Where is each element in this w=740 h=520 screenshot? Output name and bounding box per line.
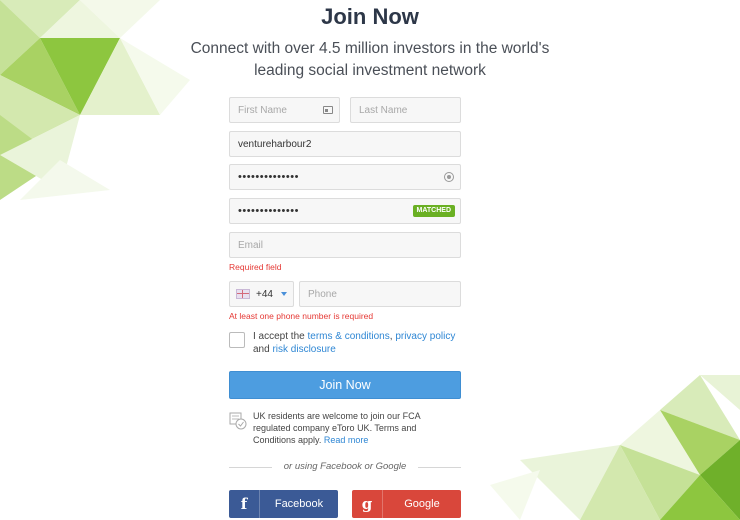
country-code-select[interactable]: +44 — [229, 281, 294, 307]
facebook-label: Facebook — [274, 498, 324, 510]
email-field[interactable] — [229, 232, 461, 258]
last-name-field[interactable] — [350, 97, 461, 123]
phone-field[interactable] — [299, 281, 461, 307]
google-icon: g — [352, 490, 383, 518]
divider-right — [418, 467, 461, 468]
privacy-policy-link[interactable]: privacy policy — [395, 331, 455, 342]
terms-conditions-link[interactable]: terms & conditions — [307, 331, 389, 342]
terms-prefix: I accept the — [253, 331, 308, 342]
fca-shield-icon — [229, 412, 247, 430]
uk-flag-icon — [236, 289, 250, 299]
password-value: •••••••••••••• — [238, 171, 299, 183]
read-more-link[interactable]: Read more — [324, 435, 369, 445]
first-name-field[interactable] — [229, 97, 340, 123]
google-label: Google — [404, 498, 440, 510]
facebook-icon: f — [229, 490, 260, 518]
confirm-password-field[interactable]: •••••••••••••• MATCHED — [229, 198, 461, 224]
phone-input[interactable] — [308, 288, 452, 300]
email-error: Required field — [229, 262, 282, 272]
last-name-input[interactable] — [359, 104, 452, 116]
google-button[interactable]: g Google — [352, 490, 461, 518]
divider-left — [229, 467, 272, 468]
confirm-password-value: •••••••••••••• — [238, 205, 299, 217]
country-code-value: +44 — [256, 288, 273, 300]
phone-error: At least one phone number is required — [229, 311, 374, 321]
uk-notice: UK residents are welcome to join our FCA… — [253, 410, 433, 446]
terms-and: and — [253, 344, 273, 355]
username-field[interactable]: ventureharbour2 — [229, 131, 461, 157]
or-using-social-text: or using Facebook or Google — [283, 461, 407, 472]
join-now-button[interactable]: Join Now — [229, 371, 461, 399]
first-name-input[interactable] — [238, 104, 331, 116]
facebook-button[interactable]: f Facebook — [229, 490, 338, 518]
email-input[interactable] — [238, 239, 452, 251]
chevron-down-icon — [281, 292, 287, 296]
terms-text: I accept the terms & conditions, privacy… — [253, 330, 465, 356]
matched-badge: MATCHED — [412, 205, 455, 217]
password-field[interactable]: •••••••••••••• — [229, 164, 461, 190]
page-subtitle: Connect with over 4.5 million investors … — [190, 40, 550, 79]
risk-disclosure-link[interactable]: risk disclosure — [272, 344, 335, 355]
page-title: Join Now — [321, 4, 419, 29]
show-password-icon[interactable] — [444, 172, 454, 182]
id-card-icon — [323, 106, 333, 114]
terms-checkbox[interactable] — [229, 332, 245, 348]
username-value: ventureharbour2 — [238, 138, 312, 150]
